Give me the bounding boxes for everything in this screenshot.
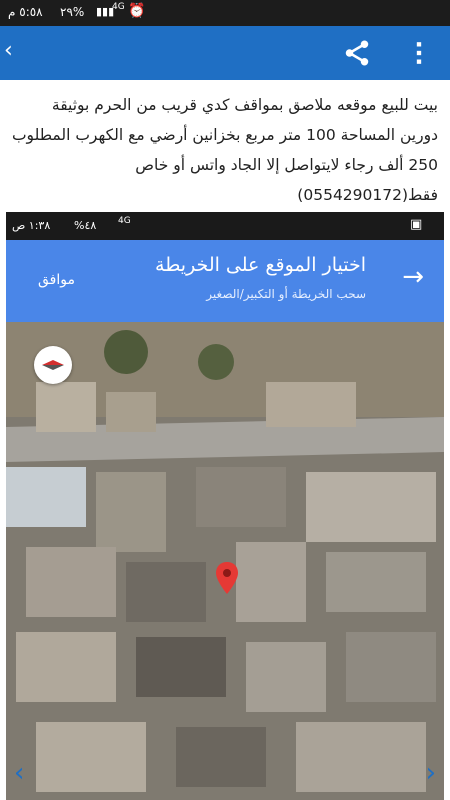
status-bar: ٥:٥٨ م %٢٩ ▮▮▮ 4G ⏰ — [0, 0, 450, 26]
embedded-screenshot: ١:٣٨ ص %٤٨ 4G ▣ اختيار الموقع على الخريط… — [6, 212, 444, 800]
more-vert-icon[interactable] — [410, 40, 428, 66]
back-chevron-icon[interactable]: ‹ — [4, 38, 13, 63]
alarm-icon: ⏰ — [128, 3, 146, 19]
confirm-button[interactable]: موافق — [38, 272, 75, 288]
embedded-status-battery: %٤٨ — [74, 219, 97, 232]
app-bar: ‹ — [0, 26, 450, 80]
listing-description: بيت للبيع موقعه ملاصق بمواقف كدي قريب من… — [11, 96, 438, 204]
share-icon[interactable] — [342, 38, 372, 68]
satellite-imagery — [6, 322, 444, 800]
embedded-status-network: 4G — [118, 216, 131, 226]
status-network: 4G — [112, 2, 125, 12]
bottom-navigation: ‹ › — [0, 740, 450, 800]
status-time: ٥:٥٨ م — [8, 5, 43, 19]
chevron-left-icon[interactable]: ‹ — [14, 758, 24, 788]
satellite-map[interactable] — [6, 322, 444, 800]
embedded-status-bar: ١:٣٨ ص %٤٨ 4G ▣ — [6, 212, 444, 240]
compass-icon[interactable] — [34, 346, 72, 384]
camera-icon: ▣ — [410, 217, 423, 232]
status-battery: %٢٩ — [60, 5, 85, 19]
embedded-status-time: ١:٣٨ ص — [12, 219, 51, 232]
map-pin-icon — [216, 562, 238, 594]
map-picker-bar: اختيار الموقع على الخريطة سحب الخريطة أو… — [6, 240, 444, 322]
map-picker-title: اختيار الموقع على الخريطة — [155, 254, 366, 276]
chevron-right-icon[interactable]: › — [426, 758, 436, 788]
arrow-right-icon[interactable]: → — [402, 262, 424, 292]
map-picker-subtitle: سحب الخريطة أو التكبير/الصغير — [206, 287, 366, 301]
